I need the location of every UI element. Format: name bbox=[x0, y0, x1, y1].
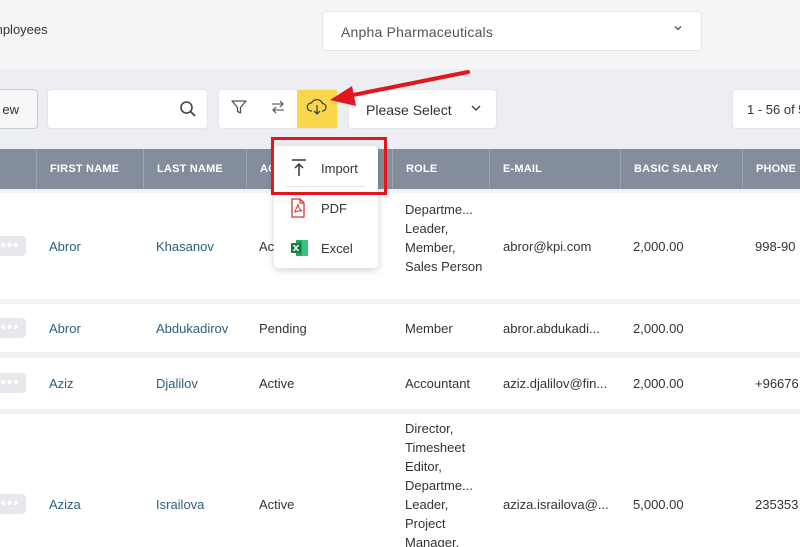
page-title: mployees bbox=[0, 22, 48, 37]
pagination-info[interactable]: 1 - 56 of 56 bbox=[732, 89, 800, 129]
pdf-icon bbox=[290, 198, 306, 223]
last-name-cell[interactable]: Israilova bbox=[156, 495, 204, 514]
row-menu-button[interactable]: ••• bbox=[0, 318, 26, 338]
company-select[interactable]: Anpha Pharmaceuticals bbox=[322, 11, 702, 51]
pagination-text: 1 - 56 of 56 bbox=[747, 102, 800, 117]
salary-cell: 2,000.00 bbox=[633, 321, 684, 336]
please-select-label: Please Select bbox=[366, 102, 452, 118]
company-select-value: Anpha Pharmaceuticals bbox=[341, 24, 494, 40]
email-cell: abror.abdukadi... bbox=[503, 321, 600, 336]
column-header[interactable]: PHONE bbox=[742, 149, 796, 189]
cloud-download-icon bbox=[306, 97, 328, 122]
row-menu-button[interactable]: ••• bbox=[0, 494, 26, 514]
view-button[interactable]: ew bbox=[0, 89, 38, 129]
first-name-cell[interactable]: Aziz bbox=[49, 374, 74, 393]
chevron-down-icon bbox=[469, 101, 483, 118]
table-header: FIRST NAME LAST NAME AC ROLE E-MAIL BASI… bbox=[0, 149, 800, 189]
excel-icon bbox=[290, 238, 310, 263]
table-row[interactable]: ••• Abror Khasanov Acti Departme... Lead… bbox=[0, 193, 800, 299]
email-cell: abror@kpi.com bbox=[503, 239, 592, 254]
search-icon[interactable] bbox=[179, 100, 197, 123]
email-cell: aziza.israilova@... bbox=[503, 497, 609, 512]
role-cell: Departme... Leader, Member, Sales Person bbox=[405, 202, 483, 274]
column-header[interactable]: BASIC SALARY bbox=[620, 149, 719, 189]
row-menu-button[interactable]: ••• bbox=[0, 373, 26, 393]
first-name-cell[interactable]: Aziza bbox=[49, 495, 81, 514]
phone-cell: +96676 bbox=[755, 376, 799, 391]
row-menu-button[interactable]: ••• bbox=[0, 236, 26, 256]
filter-icon bbox=[230, 98, 248, 121]
column-header[interactable]: FIRST NAME bbox=[36, 149, 119, 189]
swap-icon bbox=[269, 98, 287, 121]
email-cell: aziz.djalilov@fin... bbox=[503, 376, 608, 391]
action-icon-group bbox=[218, 89, 338, 129]
first-name-cell[interactable]: Abror bbox=[49, 237, 81, 256]
excel-label: Excel bbox=[321, 241, 353, 256]
top-bar: mployees Anpha Pharmaceuticals bbox=[0, 0, 800, 69]
pdf-label: PDF bbox=[321, 201, 347, 216]
phone-cell: 998-90 bbox=[755, 239, 796, 254]
last-name-cell[interactable]: Khasanov bbox=[156, 237, 214, 256]
first-name-cell[interactable]: Abror bbox=[49, 319, 81, 338]
role-cell: Accountant bbox=[405, 376, 471, 391]
status-cell: Active bbox=[259, 376, 295, 391]
column-header[interactable]: LAST NAME bbox=[143, 149, 223, 189]
column-header[interactable]: ROLE bbox=[392, 149, 437, 189]
role-cell: Member bbox=[405, 321, 453, 336]
please-select-dropdown[interactable]: Please Select bbox=[348, 89, 497, 129]
salary-cell: 5,000.00 bbox=[633, 497, 684, 512]
export-button[interactable] bbox=[297, 90, 337, 128]
table-row[interactable]: ••• Aziz Djalilov Active Accountant aziz… bbox=[0, 358, 800, 409]
status-cell: Active bbox=[259, 497, 295, 512]
search-input[interactable] bbox=[56, 100, 166, 115]
table-row[interactable]: ••• Aziza Israilova Active Director, Tim… bbox=[0, 414, 800, 547]
search-box[interactable] bbox=[47, 89, 208, 129]
salary-cell: 2,000.00 bbox=[633, 376, 684, 391]
last-name-cell[interactable]: Djalilov bbox=[156, 374, 198, 393]
chevron-down-icon bbox=[673, 23, 683, 36]
excel-menu-item[interactable]: Excel bbox=[274, 228, 378, 268]
table-row[interactable]: ••• Abror Abdukadirov Pending Member abr… bbox=[0, 304, 800, 352]
swap-button[interactable] bbox=[258, 90, 298, 128]
filter-button[interactable] bbox=[219, 90, 259, 128]
phone-cell: 235353 bbox=[755, 497, 799, 512]
role-cell: Director, Timesheet Editor, Departme... … bbox=[405, 421, 473, 547]
status-cell: Pending bbox=[259, 321, 307, 336]
last-name-cell[interactable]: Abdukadirov bbox=[156, 319, 228, 338]
column-header[interactable]: E-MAIL bbox=[489, 149, 542, 189]
highlight-box bbox=[271, 137, 387, 195]
salary-cell: 2,000.00 bbox=[633, 239, 684, 254]
view-button-label: ew bbox=[2, 102, 19, 117]
